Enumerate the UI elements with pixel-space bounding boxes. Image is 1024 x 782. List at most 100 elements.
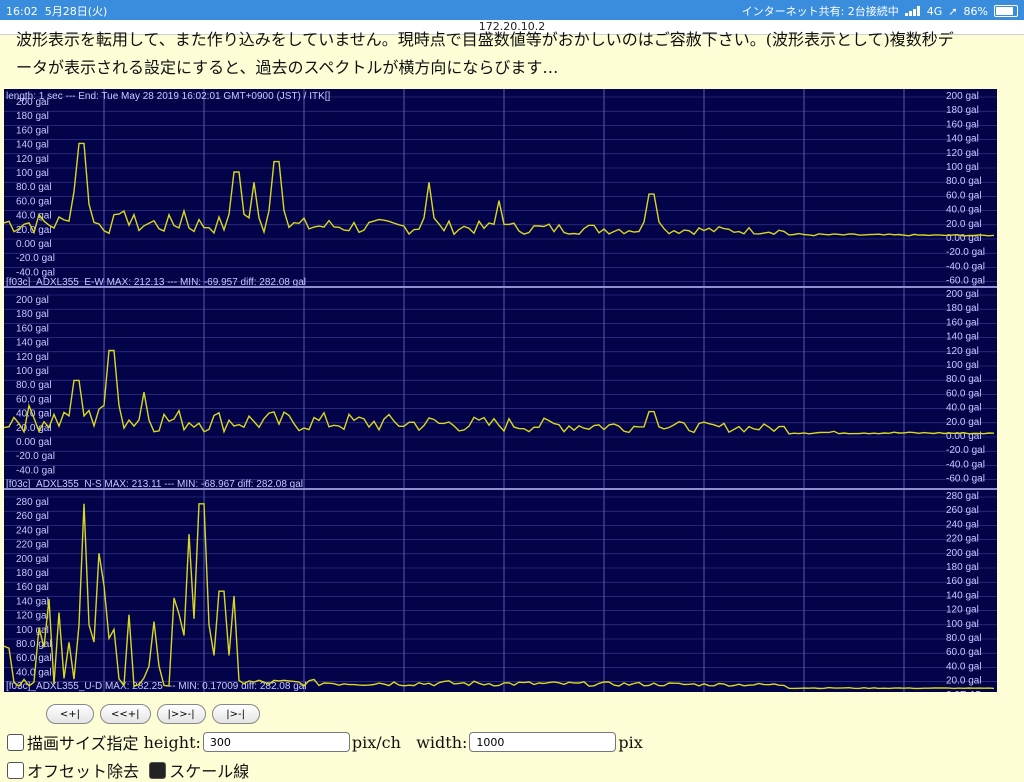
offset-label: オフセット除去: [27, 762, 140, 781]
left-tick-label: 0.00 gal: [16, 239, 52, 250]
right-tick-label: 100 gal: [946, 360, 979, 371]
battery-icon: [994, 5, 1018, 17]
left-tick-label: 40.0 gal: [16, 211, 52, 222]
left-tick-label: 200 gal: [16, 295, 49, 306]
right-tick-label: 80.0 gal: [946, 633, 982, 644]
left-tick-label: 100 gal: [16, 168, 49, 179]
left-tick-label: 0.00 gal: [16, 437, 52, 448]
navigation-buttons: <+| <<+| |>>-| |>-|: [46, 704, 260, 724]
right-tick-label: 160 gal: [946, 119, 979, 130]
location-icon: ➚: [948, 4, 958, 18]
hotspot-status: インターネット共有: 2台接続中: [741, 5, 899, 18]
right-tick-label: 0.0E-15: [946, 690, 981, 692]
height-input[interactable]: [202, 732, 350, 752]
right-tick-label: -20.0 gal: [946, 445, 985, 456]
signal-icon: [904, 6, 921, 16]
fast-back-button[interactable]: <<+|: [100, 704, 151, 724]
size-form: 描画サイズ指定 height: pix/ch width: pix: [7, 730, 643, 754]
left-tick-label: 160 gal: [16, 125, 49, 136]
width-unit: pix: [618, 732, 643, 752]
left-tick-label: 120 gal: [16, 611, 49, 622]
description-text: 波形表示を転用して、また作り込みをしていません。現時点で目盛数値等がおかしいのは…: [16, 26, 1016, 82]
right-tick-label: 260 gal: [946, 505, 979, 516]
right-tick-label: -20.0 gal: [946, 247, 985, 258]
fast-forward-button[interactable]: |>>-|: [156, 704, 206, 724]
left-tick-label: 100 gal: [16, 366, 49, 377]
spectrum-plot-area: 200 gal 180 gal 160 gal 140 gal 120 gal 100 g…: [4, 89, 997, 692]
right-tick-label: 60.0 gal: [946, 190, 982, 201]
status-time: 16:02: [6, 5, 38, 18]
spectrum-trace: [4, 349, 995, 435]
battery-percent: 86%: [963, 4, 988, 18]
right-tick-label: 60.0 gal: [946, 388, 982, 399]
left-tick-label: 220 gal: [16, 540, 49, 551]
right-tick-label: 200 gal: [946, 548, 979, 559]
right-tick-label: 100 gal: [946, 619, 979, 630]
width-input[interactable]: [469, 732, 617, 752]
options-form: オフセット除去 スケール線: [7, 758, 249, 782]
panel-footer: [f03c]_ADXL355_U-D MAX: 282.25 --- MIN: …: [6, 681, 307, 692]
right-tick-label: 140 gal: [946, 332, 979, 343]
right-tick-label: 120 gal: [946, 148, 979, 159]
right-tick-label: 180 gal: [946, 303, 979, 314]
left-tick-label: 80.0 gal: [16, 380, 52, 391]
left-tick-label: 140 gal: [16, 140, 49, 151]
offset-checkbox[interactable]: [7, 761, 24, 779]
size-label: 描画サイズ指定: [27, 734, 139, 753]
left-tick-label: 200 gal: [16, 554, 49, 565]
left-tick-label: 80.0 gal: [16, 182, 52, 193]
left-tick-label: 120 gal: [16, 352, 49, 363]
right-tick-label: -60.0 gal: [946, 276, 985, 287]
left-tick-label: 180 gal: [16, 111, 49, 122]
right-tick-label: 120 gal: [946, 346, 979, 357]
left-tick-label: 100 gal: [16, 625, 49, 636]
width-label: width:: [416, 732, 468, 752]
right-tick-label: 200 gal: [946, 289, 979, 300]
right-tick-label: 240 gal: [946, 519, 979, 530]
left-tick-label: 280 gal: [16, 497, 49, 508]
left-tick-label: 160 gal: [16, 582, 49, 593]
right-tick-label: 60.0 gal: [946, 647, 982, 658]
left-tick-label: 140 gal: [16, 596, 49, 607]
status-date: 5月28日(火): [44, 5, 108, 18]
right-tick-label: 160 gal: [946, 576, 979, 587]
left-tick-label: 60.0 gal: [16, 394, 52, 405]
right-tick-label: -40.0 gal: [946, 261, 985, 272]
right-tick-label: 160 gal: [946, 317, 979, 328]
right-tick-label: -60.0 gal: [946, 474, 985, 485]
left-tick-label: 160 gal: [16, 323, 49, 334]
spectrum-plots-svg: 200 gal 180 gal 160 gal 140 gal 120 gal 100 g…: [4, 89, 997, 692]
network-type: 4G: [926, 4, 943, 18]
left-tick-label: 180 gal: [16, 309, 49, 320]
height-unit: pix/ch: [351, 732, 401, 752]
right-tick-label: 40.0 gal: [946, 205, 982, 216]
right-tick-label: 280 gal: [946, 491, 979, 502]
left-tick-label: 80.0 gal: [16, 639, 52, 650]
left-tick-label: 180 gal: [16, 568, 49, 579]
left-tick-label: 240 gal: [16, 525, 49, 536]
size-checkbox[interactable]: [7, 733, 24, 751]
right-tick-label: 220 gal: [946, 534, 979, 545]
scale-checkbox[interactable]: [149, 761, 167, 779]
scale-label: スケール線: [169, 762, 250, 781]
right-tick-label: 180 gal: [946, 105, 979, 116]
step-back-button[interactable]: <+|: [46, 704, 94, 724]
right-tick-label: 80.0 gal: [946, 374, 982, 385]
right-tick-label: 20.0 gal: [946, 676, 982, 687]
left-tick-label: -20.0 gal: [16, 451, 55, 462]
right-tick-label: -40.0 gal: [946, 459, 985, 470]
right-tick-label: 200 gal: [946, 91, 979, 102]
ios-status-bar: 16:02 5月28日(火) インターネット共有: 2台接続中 4G ➚ 86%: [0, 0, 1024, 20]
left-tick-label: -20.0 gal: [16, 253, 55, 264]
panel-header: length: 1 sec --- End: Tue May 28 2019 1…: [6, 91, 331, 102]
left-tick-label: 120 gal: [16, 154, 49, 165]
description-line-1: 波形表示を転用して、また作り込みをしていません。現時点で目盛数値等がおかしいのは…: [16, 30, 954, 49]
description-line-2: ータが表示される設定にすると、過去のスペクトルが横方向にならびます…: [16, 58, 559, 77]
right-tick-label: 100 gal: [946, 162, 979, 173]
spectrum-trace: [4, 142, 995, 237]
left-tick-label: 60.0 gal: [16, 196, 52, 207]
left-tick-label: -40.0 gal: [16, 465, 55, 476]
right-tick-label: 20.0 gal: [946, 417, 982, 428]
right-tick-label: 80.0 gal: [946, 176, 982, 187]
step-forward-button[interactable]: |>-|: [211, 704, 260, 724]
